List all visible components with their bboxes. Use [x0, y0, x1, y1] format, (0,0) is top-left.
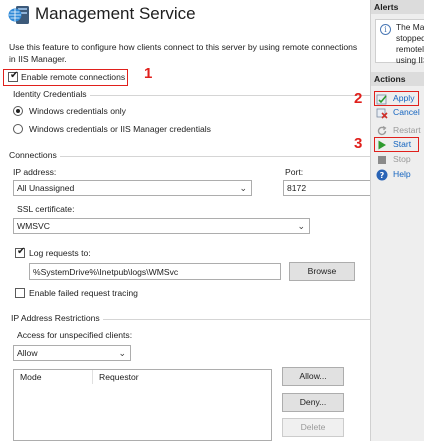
log-path-input[interactable]: %SystemDrive%\Inetpub\logs\WMSvc [29, 263, 281, 280]
svg-text:?: ? [380, 171, 385, 180]
browse-button[interactable]: Browse [289, 262, 355, 281]
column-header-mode[interactable]: Mode [14, 370, 93, 384]
info-icon: i [380, 24, 391, 35]
allow-button[interactable]: Allow... [282, 367, 344, 386]
radio-windows-only[interactable] [13, 106, 23, 116]
delete-button[interactable]: Delete [282, 418, 344, 437]
radio-windows-only-label: Windows credentials only [29, 106, 126, 116]
annotation-number-2: 2 [354, 90, 363, 107]
cancel-icon [376, 107, 388, 119]
chevron-down-icon: ⌄ [239, 183, 247, 193]
log-requests-label: Log requests to: [29, 248, 91, 258]
action-restart-label: Restart [393, 125, 421, 135]
port-value: 8172 [287, 183, 307, 193]
connections-group-title: Connections [9, 149, 60, 161]
ssl-certificate-value: WMSVC [17, 221, 50, 231]
ip-address-select[interactable]: All Unassigned ⌄ [13, 180, 252, 196]
failed-request-tracing-checkbox[interactable] [15, 288, 25, 298]
checkmark-icon: ✔ [17, 246, 26, 257]
log-requests-checkbox[interactable]: ✔ [15, 246, 26, 258]
ip-address-value: All Unassigned [17, 183, 75, 193]
restart-icon [376, 125, 387, 136]
action-cancel-label: Cancel [393, 107, 420, 117]
apply-icon [376, 93, 387, 105]
alert-text: The Mar stopped remotel using IIS [396, 22, 424, 66]
alert-line: using IIS [396, 55, 424, 65]
page-title: Management Service [35, 4, 196, 23]
ssl-certificate-label: SSL certificate: [17, 204, 75, 214]
help-icon: ? [376, 169, 388, 181]
chevron-down-icon: ⌄ [297, 221, 305, 231]
management-service-panel: Management Service Use this feature to c… [0, 0, 373, 441]
ip-address-label: IP address: [13, 167, 57, 177]
annotation-number-3: 3 [354, 135, 363, 152]
alert-message: i The Mar stopped remotel using IIS [375, 19, 424, 66]
action-apply-label: Apply [393, 93, 415, 103]
action-apply[interactable]: Apply [375, 92, 424, 105]
enable-remote-label: Enable remote connections [21, 72, 126, 82]
deny-button[interactable]: Deny... [282, 393, 344, 412]
port-label: Port: [285, 167, 304, 177]
action-start-label: Start [393, 139, 412, 149]
radio-selected-dot [16, 109, 20, 113]
log-path-value: %SystemDrive%\Inetpub\logs\WMSvc [33, 267, 179, 277]
annotation-number-1: 1 [144, 65, 153, 82]
checkmark-icon: ✔ [10, 70, 19, 81]
access-unspecified-select[interactable]: Allow ⌄ [13, 345, 131, 361]
port-input[interactable]: 8172 [283, 180, 373, 196]
alert-line: stopped [396, 33, 424, 43]
access-unspecified-label: Access for unspecified clients: [17, 330, 133, 340]
ip-restrictions-group-title: IP Address Restrictions [11, 312, 103, 324]
alert-line: remotel [396, 44, 424, 54]
start-icon [376, 139, 387, 150]
action-start[interactable]: Start [375, 138, 424, 151]
action-stop[interactable]: Stop [375, 153, 424, 166]
ssl-certificate-select[interactable]: WMSVC ⌄ [13, 218, 310, 234]
radio-windows-or-iis-label: Windows credentials or IIS Manager crede… [29, 124, 211, 134]
action-cancel[interactable]: Cancel [375, 106, 424, 119]
actions-header: Actions [371, 72, 424, 86]
alert-line: The Mar [396, 22, 424, 32]
management-service-icon [7, 3, 31, 27]
action-help-label: Help [393, 169, 411, 179]
alerts-header: Alerts [371, 0, 424, 14]
stop-icon [376, 154, 387, 165]
page-description: Use this feature to configure how client… [9, 42, 358, 64]
column-header-requestor[interactable]: Requestor [93, 370, 272, 384]
identity-group-title: Identity Credentials [13, 88, 90, 100]
access-unspecified-value: Allow [17, 348, 38, 358]
radio-windows-or-iis[interactable] [13, 124, 23, 134]
actions-pane: Alerts i The Mar stopped remotel using I… [370, 0, 424, 441]
ip-restrictions-table[interactable]: Mode Requestor [13, 369, 272, 441]
action-help[interactable]: ? Help [375, 168, 424, 181]
action-restart[interactable]: Restart [375, 124, 424, 137]
connections-group-rule [9, 156, 370, 157]
chevron-down-icon: ⌄ [118, 348, 126, 358]
enable-remote-checkbox[interactable]: ✔ [8, 70, 19, 82]
action-stop-label: Stop [393, 154, 411, 164]
failed-request-tracing-label: Enable failed request tracing [29, 288, 138, 298]
